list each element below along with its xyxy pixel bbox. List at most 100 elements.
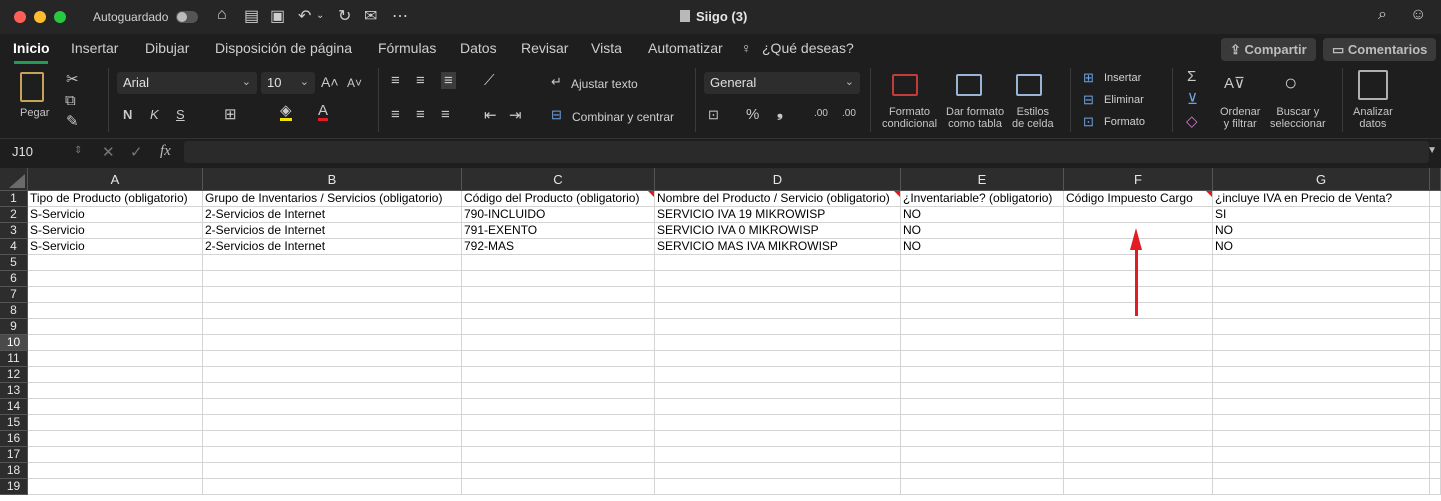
- cell-h13[interactable]: [1430, 383, 1441, 399]
- row-header-12[interactable]: 12: [0, 367, 28, 383]
- cell-f12[interactable]: [1064, 367, 1213, 383]
- save-icon[interactable]: ▤: [244, 6, 259, 26]
- cell-b1[interactable]: Grupo de Inventarios / Servicios (obliga…: [203, 191, 462, 207]
- cell-e9[interactable]: [901, 319, 1064, 335]
- cell-e2[interactable]: NO: [901, 207, 1064, 223]
- cell-f11[interactable]: [1064, 351, 1213, 367]
- column-header-b[interactable]: B: [203, 168, 462, 191]
- tab-revisar[interactable]: Revisar: [521, 40, 568, 56]
- column-header-e[interactable]: E: [901, 168, 1064, 191]
- cell-b3[interactable]: 2-Servicios de Internet: [203, 223, 462, 239]
- cell-a2[interactable]: S-Servicio: [28, 207, 203, 223]
- comment-indicator[interactable]: [648, 191, 654, 197]
- clear-icon[interactable]: ◇: [1186, 112, 1198, 130]
- cell-g2[interactable]: SI: [1213, 207, 1430, 223]
- cell-h18[interactable]: [1430, 463, 1441, 479]
- bold-button[interactable]: N: [123, 107, 132, 122]
- cell-d11[interactable]: [655, 351, 901, 367]
- cell-a9[interactable]: [28, 319, 203, 335]
- column-header-f[interactable]: F: [1064, 168, 1213, 191]
- redo-icon[interactable]: ↻: [338, 6, 351, 26]
- autosum-icon[interactable]: Σ: [1187, 68, 1196, 85]
- column-header-h[interactable]: [1430, 168, 1441, 191]
- tab-formulas[interactable]: Fórmulas: [378, 40, 436, 56]
- undo-dropdown-icon[interactable]: ⌄: [316, 10, 324, 21]
- fill-icon[interactable]: ⊻: [1187, 90, 1198, 108]
- cell-h9[interactable]: [1430, 319, 1441, 335]
- cell-d17[interactable]: [655, 447, 901, 463]
- tab-dibujar[interactable]: Dibujar: [145, 40, 189, 56]
- cell-styles-label[interactable]: Estilos de celda: [1012, 106, 1054, 130]
- merge-center-button[interactable]: Combinar y centrar: [572, 110, 674, 124]
- decrease-indent-icon[interactable]: ⇤: [484, 106, 497, 124]
- row-header-9[interactable]: 9: [0, 319, 28, 335]
- cell-e12[interactable]: [901, 367, 1064, 383]
- sort-filter-icon[interactable]: A⊽: [1224, 74, 1245, 92]
- cell-g8[interactable]: [1213, 303, 1430, 319]
- cell-f7[interactable]: [1064, 287, 1213, 303]
- cell-a18[interactable]: [28, 463, 203, 479]
- cell-f15[interactable]: [1064, 415, 1213, 431]
- row-header-15[interactable]: 15: [0, 415, 28, 431]
- format-table-icon[interactable]: [956, 74, 982, 96]
- cell-a11[interactable]: [28, 351, 203, 367]
- cell-h1[interactable]: [1430, 191, 1441, 207]
- cell-f19[interactable]: [1064, 479, 1213, 495]
- cell-h19[interactable]: [1430, 479, 1441, 495]
- row-header-18[interactable]: 18: [0, 463, 28, 479]
- cell-d6[interactable]: [655, 271, 901, 287]
- comments-button[interactable]: ▭ Comentarios: [1323, 38, 1437, 61]
- wrap-text-button[interactable]: Ajustar texto: [571, 77, 638, 91]
- format-painter-icon[interactable]: ✎: [66, 112, 79, 130]
- name-box-stepper-icon[interactable]: ⇕: [74, 145, 82, 156]
- cell-e14[interactable]: [901, 399, 1064, 415]
- comment-indicator[interactable]: [894, 191, 900, 197]
- row-header-16[interactable]: 16: [0, 431, 28, 447]
- cell-e7[interactable]: [901, 287, 1064, 303]
- row-header-6[interactable]: 6: [0, 271, 28, 287]
- cell-h6[interactable]: [1430, 271, 1441, 287]
- cell-g7[interactable]: [1213, 287, 1430, 303]
- tab-automatizar[interactable]: Automatizar: [648, 40, 723, 56]
- cell-c8[interactable]: [462, 303, 655, 319]
- cell-g9[interactable]: [1213, 319, 1430, 335]
- cell-d1[interactable]: Nombre del Producto / Servicio (obligato…: [655, 191, 901, 207]
- decrease-font-icon[interactable]: A˅: [347, 76, 362, 90]
- cell-d4[interactable]: SERVICIO MAS IVA MIKROWISP: [655, 239, 901, 255]
- cell-h14[interactable]: [1430, 399, 1441, 415]
- enter-icon[interactable]: ✓: [130, 143, 143, 161]
- cell-c4[interactable]: 792-MAS: [462, 239, 655, 255]
- paste-label[interactable]: Pegar: [20, 107, 49, 119]
- find-icon[interactable]: ○: [1284, 70, 1297, 96]
- cell-b15[interactable]: [203, 415, 462, 431]
- font-size-select[interactable]: 10 ⌄: [261, 72, 315, 94]
- increase-indent-icon[interactable]: ⇥: [509, 106, 522, 124]
- cell-c5[interactable]: [462, 255, 655, 271]
- cell-b2[interactable]: 2-Servicios de Internet: [203, 207, 462, 223]
- cell-d3[interactable]: SERVICIO IVA 0 MIKROWISP: [655, 223, 901, 239]
- cell-h4[interactable]: [1430, 239, 1441, 255]
- cell-e6[interactable]: [901, 271, 1064, 287]
- column-header-c[interactable]: C: [462, 168, 655, 191]
- cell-d18[interactable]: [655, 463, 901, 479]
- comment-indicator[interactable]: [1206, 191, 1212, 197]
- cell-a3[interactable]: S-Servicio: [28, 223, 203, 239]
- cell-h10[interactable]: [1430, 335, 1441, 351]
- cell-c14[interactable]: [462, 399, 655, 415]
- insert-cells-button[interactable]: Insertar: [1104, 72, 1141, 84]
- paste-icon[interactable]: [20, 72, 44, 102]
- comma-style-icon[interactable]: ❟: [777, 104, 783, 121]
- cell-c9[interactable]: [462, 319, 655, 335]
- cell-f9[interactable]: [1064, 319, 1213, 335]
- tell-me-search[interactable]: ¿Qué deseas?: [762, 40, 854, 56]
- cut-icon[interactable]: ✂: [66, 70, 79, 88]
- cell-e17[interactable]: [901, 447, 1064, 463]
- number-format-select[interactable]: General ⌄: [704, 72, 860, 94]
- conditional-format-label[interactable]: Formato condicional: [882, 106, 937, 130]
- cell-c10[interactable]: [462, 335, 655, 351]
- cell-b5[interactable]: [203, 255, 462, 271]
- cell-g13[interactable]: [1213, 383, 1430, 399]
- borders-icon[interactable]: ⊞: [224, 105, 237, 123]
- cell-g10[interactable]: [1213, 335, 1430, 351]
- cell-b8[interactable]: [203, 303, 462, 319]
